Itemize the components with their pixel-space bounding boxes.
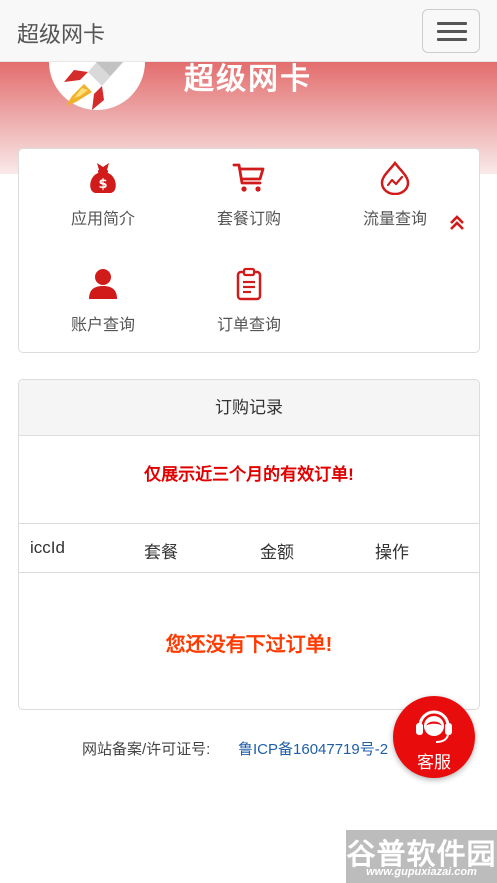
site-watermark: 谷普软件园 www.gupuxiazai.com: [346, 830, 497, 883]
column-header-iccid: iccId: [30, 538, 65, 557]
user-icon: [89, 269, 117, 299]
icp-record-link[interactable]: 鲁ICP备16047719号-2: [238, 738, 388, 759]
watermark-url: www.gupuxiazai.com: [366, 866, 477, 878]
menu-item-traffic-query[interactable]: 流量查询: [325, 161, 465, 229]
customer-service-label: 客服: [417, 753, 451, 772]
record-label: 网站备案/许可证号:: [82, 741, 211, 758]
navbar: 超级网卡: [0, 0, 497, 62]
hamburger-icon: [437, 22, 467, 25]
panel-title: 订购记录: [19, 380, 479, 436]
customer-service-button[interactable]: 客服: [393, 696, 475, 778]
column-header-action: 操作: [375, 543, 409, 562]
double-chevron-up-icon[interactable]: [449, 215, 465, 231]
column-header-amount: 金额: [260, 543, 294, 562]
menu-item-account-query[interactable]: 账户查询: [33, 267, 173, 335]
headset-icon: [416, 710, 452, 743]
menu-label-traffic-query: 流量查询: [362, 211, 427, 228]
column-header-package: 套餐: [144, 543, 178, 562]
menu-label-order-query: 订单查询: [216, 317, 281, 334]
menu-label-app-intro: 应用简介: [70, 211, 135, 228]
clipboard-icon: [236, 267, 262, 301]
menu-label-account-query: 账户查询: [70, 317, 135, 334]
brand-title[interactable]: 超级网卡: [17, 17, 105, 49]
rocket-icon: [49, 62, 145, 110]
table-header: iccId 套餐 金额 操作: [19, 523, 479, 573]
menu-item-order-query[interactable]: 订单查询: [179, 267, 319, 335]
banner-title: 超级网卡: [184, 63, 312, 96]
notice-text: 仅展示近三个月的有效订单!: [144, 465, 354, 484]
menu-item-app-intro[interactable]: $ 应用简介: [33, 161, 173, 229]
money-bag-icon: $: [90, 163, 116, 193]
menu-toggle-button[interactable]: [422, 9, 480, 53]
menu-item-package-order[interactable]: 套餐订购: [179, 161, 319, 229]
traffic-drop-icon: [380, 161, 410, 195]
empty-state-text: 您还没有下过订单!: [165, 634, 333, 656]
svg-text:$: $: [98, 177, 107, 192]
shopping-cart-icon: [232, 163, 265, 192]
feature-menu: $ 应用简介 套餐订购 流量查询 账户查询 订单查询: [18, 148, 480, 353]
order-records-panel: 订购记录 仅展示近三个月的有效订单! iccId 套餐 金额 操作 您还没有下过…: [18, 379, 480, 710]
menu-label-package-order: 套餐订购: [216, 211, 281, 228]
